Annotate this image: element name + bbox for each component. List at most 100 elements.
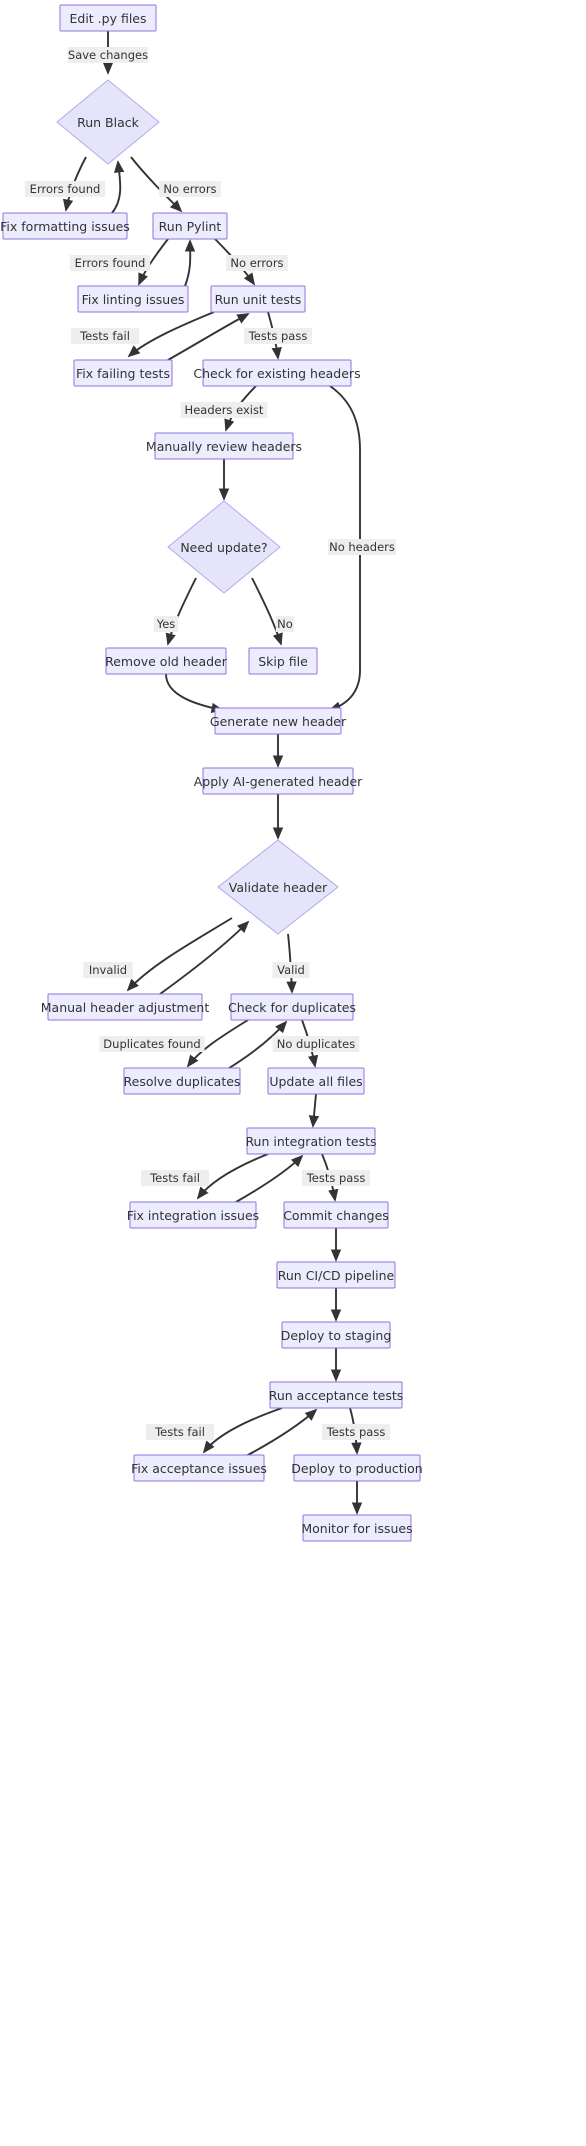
flow-edge	[165, 673, 224, 714]
flowchart-canvas: Save changes Errors found No errors Errors …	[0, 0, 586, 2146]
edge-label-text: Tests fail	[79, 329, 130, 343]
edge-label-text: Yes	[156, 617, 176, 631]
edge-label-text: Duplicates found	[103, 1037, 200, 1051]
edge-label-text: No duplicates	[277, 1037, 356, 1051]
process-node-review_headers[interactable]: Manually review headers	[146, 432, 302, 460]
node-label: Edit .py files	[69, 11, 146, 26]
edge-label: No	[275, 616, 295, 632]
process-node-resolve_duplicates[interactable]: Resolve duplicates	[123, 1067, 241, 1095]
edge-label-text: Valid	[277, 963, 305, 977]
edge-label-text: Tests fail	[154, 1425, 205, 1439]
process-node-generate_header[interactable]: Generate new header	[210, 707, 347, 735]
edge-label: Tests fail	[71, 328, 139, 344]
edge-label: Errors found	[69, 255, 151, 271]
node-label: Run unit tests	[215, 292, 302, 307]
process-node-update_all_files[interactable]: Update all files	[267, 1067, 365, 1095]
process-node-fix_formatting[interactable]: Fix formatting issues	[0, 212, 130, 240]
edge-label-text: Tests pass	[326, 1425, 386, 1439]
node-label: Run CI/CD pipeline	[278, 1268, 395, 1283]
decision-node-validate_header[interactable]: Validate header	[217, 839, 339, 935]
process-node-fix_linting[interactable]: Fix linting issues	[77, 285, 189, 313]
edge-label: Invalid	[83, 962, 133, 978]
process-node-fix_acceptance[interactable]: Fix acceptance issues	[131, 1454, 267, 1482]
node-label: Need update?	[180, 540, 267, 555]
node-label: Monitor for issues	[301, 1521, 412, 1536]
decision-node-need_update[interactable]: Need update?	[167, 500, 281, 594]
process-node-deploy_staging[interactable]: Deploy to staging	[281, 1321, 392, 1349]
process-node-apply_header[interactable]: Apply AI-generated header	[194, 767, 363, 795]
process-node-run_cicd[interactable]: Run CI/CD pipeline	[276, 1261, 396, 1289]
process-node-fix_failing_tests[interactable]: Fix failing tests	[73, 359, 173, 387]
node-label: Check for existing headers	[193, 366, 360, 381]
edge-label-text: Errors found	[30, 182, 101, 196]
process-node-run_integration[interactable]: Run integration tests	[245, 1127, 377, 1155]
edge-label-text: No	[277, 617, 293, 631]
edge-label: No duplicates	[272, 1036, 360, 1052]
process-node-edit_py[interactable]: Edit .py files	[59, 4, 157, 32]
edge-label: No errors	[159, 181, 221, 197]
process-node-manual_adjust[interactable]: Manual header adjustment	[41, 993, 210, 1021]
edge-label-text: Tests fail	[149, 1171, 200, 1185]
process-node-deploy_production[interactable]: Deploy to production	[291, 1454, 423, 1482]
node-label: Skip file	[258, 654, 308, 669]
edge-label: Duplicates found	[99, 1036, 205, 1052]
edge-label: Tests pass	[302, 1170, 370, 1186]
process-node-check_headers[interactable]: Check for existing headers	[193, 359, 361, 387]
flow-edge	[308, 1093, 320, 1128]
flow-edge	[127, 311, 215, 358]
process-node-monitor_issues[interactable]: Monitor for issues	[301, 1514, 413, 1542]
process-node-commit_changes[interactable]: Commit changes	[283, 1201, 389, 1229]
node-label: Fix integration issues	[127, 1208, 259, 1223]
flowchart-svg: Save changes Errors found No errors Errors …	[0, 4, 423, 1542]
edge-label: Yes	[153, 616, 179, 632]
node-label: Resolve duplicates	[124, 1074, 241, 1089]
process-node-run_unit_tests[interactable]: Run unit tests	[210, 285, 306, 313]
edge-label-text: Tests pass	[306, 1171, 366, 1185]
edge-label: No headers	[328, 539, 396, 555]
edge-label: Tests pass	[322, 1424, 390, 1440]
node-label: Run integration tests	[245, 1134, 376, 1149]
node-label: Fix failing tests	[76, 366, 170, 381]
edge-label: Tests pass	[244, 328, 312, 344]
edge-label: No errors	[226, 255, 288, 271]
node-label: Validate header	[229, 880, 328, 895]
edge-label: Save changes	[67, 47, 149, 63]
process-node-run_acceptance[interactable]: Run acceptance tests	[269, 1381, 404, 1409]
edge-label-text: Invalid	[89, 963, 127, 977]
node-label: Fix acceptance issues	[131, 1461, 267, 1476]
edge-label: Valid	[272, 962, 310, 978]
flow-edge	[251, 577, 283, 646]
flow-edge	[159, 920, 250, 995]
edge-label: Errors found	[24, 181, 106, 197]
decision-node-run_black[interactable]: Run Black	[56, 79, 160, 165]
node-label: Remove old header	[105, 654, 228, 669]
process-node-remove_old_header[interactable]: Remove old header	[105, 647, 228, 675]
edge-label: Tests fail	[141, 1170, 209, 1186]
process-node-fix_integration[interactable]: Fix integration issues	[127, 1201, 259, 1229]
edge-label-text: Errors found	[75, 256, 146, 270]
process-node-skip_file[interactable]: Skip file	[248, 647, 318, 675]
edge-label-text: Tests pass	[248, 329, 308, 343]
edge-label: Tests fail	[146, 1424, 214, 1440]
node-label: Run Black	[77, 115, 140, 130]
node-label: Run Pylint	[159, 219, 222, 234]
flow-edge	[111, 160, 125, 214]
node-label: Check for duplicates	[228, 1000, 356, 1015]
edge-labels-layer: Save changes Errors found No errors Errors …	[24, 47, 396, 1440]
node-label: Fix formatting issues	[0, 219, 130, 234]
node-label: Apply AI-generated header	[194, 774, 363, 789]
edge-label: Headers exist	[180, 402, 268, 418]
nodes-layer: Edit .py files Run Black Fix formatting is…	[0, 4, 423, 1542]
node-label: Run acceptance tests	[269, 1388, 404, 1403]
process-node-check_duplicates[interactable]: Check for duplicates	[228, 993, 356, 1021]
node-label: Commit changes	[283, 1208, 389, 1223]
process-node-run_pylint[interactable]: Run Pylint	[152, 212, 228, 240]
edge-label-text: No errors	[230, 256, 283, 270]
node-label: Deploy to staging	[281, 1328, 392, 1343]
flow-edge	[167, 313, 250, 361]
flow-edge	[202, 1407, 283, 1454]
edge-label-text: No headers	[329, 540, 395, 554]
node-label: Update all files	[269, 1074, 362, 1089]
edge-label-text: No errors	[163, 182, 216, 196]
node-label: Manual header adjustment	[41, 1000, 210, 1015]
